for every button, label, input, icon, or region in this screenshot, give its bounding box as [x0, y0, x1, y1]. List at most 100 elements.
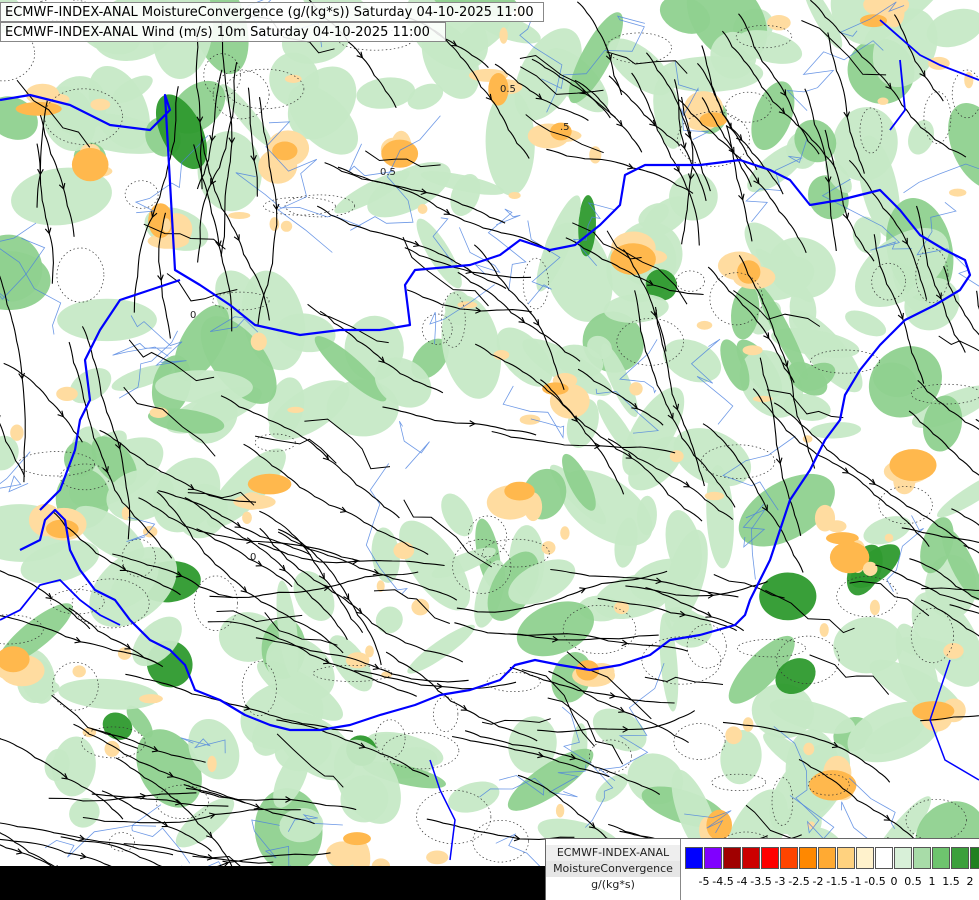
legend-title: ECMWF-INDEX-ANAL MoistureConvergence g/(… — [546, 839, 681, 900]
divergence-area — [149, 407, 169, 418]
contour-label: 0 — [190, 310, 196, 321]
divergence-area — [742, 717, 754, 732]
divergence-area — [499, 27, 508, 44]
divergence-area — [343, 832, 371, 846]
legend-tick-label: -5 — [698, 875, 710, 888]
legend-tick-label: 0.5 — [904, 875, 922, 888]
divergence-area — [493, 350, 510, 360]
map-frame-band — [0, 866, 545, 900]
legend-tick-label: -4 — [736, 875, 748, 888]
legend-swatches — [685, 847, 979, 869]
divergence-area — [56, 386, 78, 401]
divergence-area — [802, 435, 813, 443]
legend-swatch — [875, 847, 893, 869]
divergence-area — [247, 473, 292, 495]
divergence-area — [269, 217, 280, 232]
legend-swatch — [913, 847, 931, 869]
divergence-area — [555, 803, 565, 818]
legend-tick-label: -1.5 — [826, 875, 848, 888]
divergence-area — [889, 449, 937, 482]
divergence-area — [869, 599, 880, 616]
divergence-area — [457, 301, 478, 309]
divergence-area — [629, 382, 643, 396]
color-legend: ECMWF-INDEX-ANAL MoistureConvergence g/(… — [545, 838, 979, 900]
divergence-area — [704, 491, 725, 501]
divergence-area — [284, 74, 302, 83]
divergence-area — [767, 15, 791, 31]
legend-model: ECMWF-INDEX-ANAL — [546, 845, 680, 861]
divergence-area — [365, 645, 374, 658]
divergence-area — [207, 755, 217, 773]
legend-swatch — [932, 847, 950, 869]
divergence-area — [859, 14, 888, 28]
divergence-area — [417, 204, 428, 214]
divergence-area — [803, 742, 815, 756]
divergence-area — [725, 726, 743, 745]
legend-tick-label: -3 — [774, 875, 786, 888]
divergence-area — [949, 188, 967, 197]
contour-label: 0.5 — [500, 84, 516, 95]
divergence-area — [610, 243, 656, 275]
divergence-area — [519, 414, 541, 425]
divergence-area — [10, 424, 24, 441]
divergence-area — [90, 98, 111, 111]
divergence-area — [589, 146, 602, 164]
divergence-area — [139, 694, 163, 704]
divergence-area — [742, 345, 763, 356]
legend-swatch — [970, 847, 979, 869]
legend-swatch — [856, 847, 874, 869]
divergence-area — [943, 643, 964, 659]
legend-tick-label: 0 — [890, 875, 898, 888]
legend-swatch — [951, 847, 969, 869]
legend-swatch — [685, 847, 703, 869]
legend-swatch — [742, 847, 760, 869]
contour-label: 0 — [250, 552, 256, 563]
legend-tick-label: -1 — [850, 875, 862, 888]
divergence-area — [280, 220, 293, 232]
title-wind: ECMWF-INDEX-ANAL Wind (m/s) 10m Saturday… — [0, 22, 446, 42]
divergence-area — [884, 533, 894, 542]
legend-ticks: -5 -4.5 -4 -3.5 -3 -2.5 -2 -1.5 -1 -0.5 0 0.5 1 1.5 2 — [685, 873, 977, 891]
divergence-area — [504, 481, 535, 501]
divergence-area — [696, 320, 713, 330]
legend-swatch — [818, 847, 836, 869]
divergence-area — [737, 260, 761, 284]
divergence-area — [877, 97, 889, 105]
legend-tick-label: -2 — [812, 875, 824, 888]
contour-label: .5 — [560, 122, 570, 133]
divergence-area — [862, 561, 878, 577]
divergence-area — [827, 520, 847, 533]
legend-swatch — [704, 847, 722, 869]
weather-map[interactable]: 0 0.5 .5 0.5 0 — [0, 0, 979, 900]
title-moisture-convergence: ECMWF-INDEX-ANAL MoistureConvergence (g/… — [0, 2, 544, 22]
legend-swatch — [837, 847, 855, 869]
divergence-area — [819, 623, 829, 637]
divergence-area — [411, 598, 430, 616]
legend-swatch — [799, 847, 817, 869]
map-viewer: 0 0.5 .5 0.5 0 ECMWF-INDEX-ANAL MoistureConv… — [0, 0, 979, 900]
legend-tick-label: 1.5 — [942, 875, 960, 888]
legend-tick-label: 2 — [966, 875, 974, 888]
divergence-area — [393, 541, 415, 560]
legend-swatch — [723, 847, 741, 869]
divergence-area — [508, 192, 521, 199]
divergence-area — [541, 541, 556, 555]
legend-swatch — [780, 847, 798, 869]
legend-swatch — [761, 847, 779, 869]
legend-tick-label: 1 — [928, 875, 936, 888]
legend-swatch — [894, 847, 912, 869]
divergence-area — [250, 332, 267, 351]
legend-tick-label: -4.5 — [712, 875, 734, 888]
divergence-area — [426, 850, 449, 865]
divergence-area — [71, 147, 109, 182]
divergence-area — [560, 526, 570, 540]
legend-parameter: MoistureConvergence — [546, 861, 680, 877]
contour-label: 0.5 — [380, 167, 396, 178]
legend-tick-label: -3.5 — [750, 875, 772, 888]
divergence-area — [287, 406, 304, 413]
legend-units: g/(kg*s) — [591, 878, 635, 891]
divergence-area — [72, 665, 86, 678]
legend-tick-label: -0.5 — [864, 875, 886, 888]
legend-tick-label: -2.5 — [788, 875, 810, 888]
divergence-area — [242, 511, 252, 524]
